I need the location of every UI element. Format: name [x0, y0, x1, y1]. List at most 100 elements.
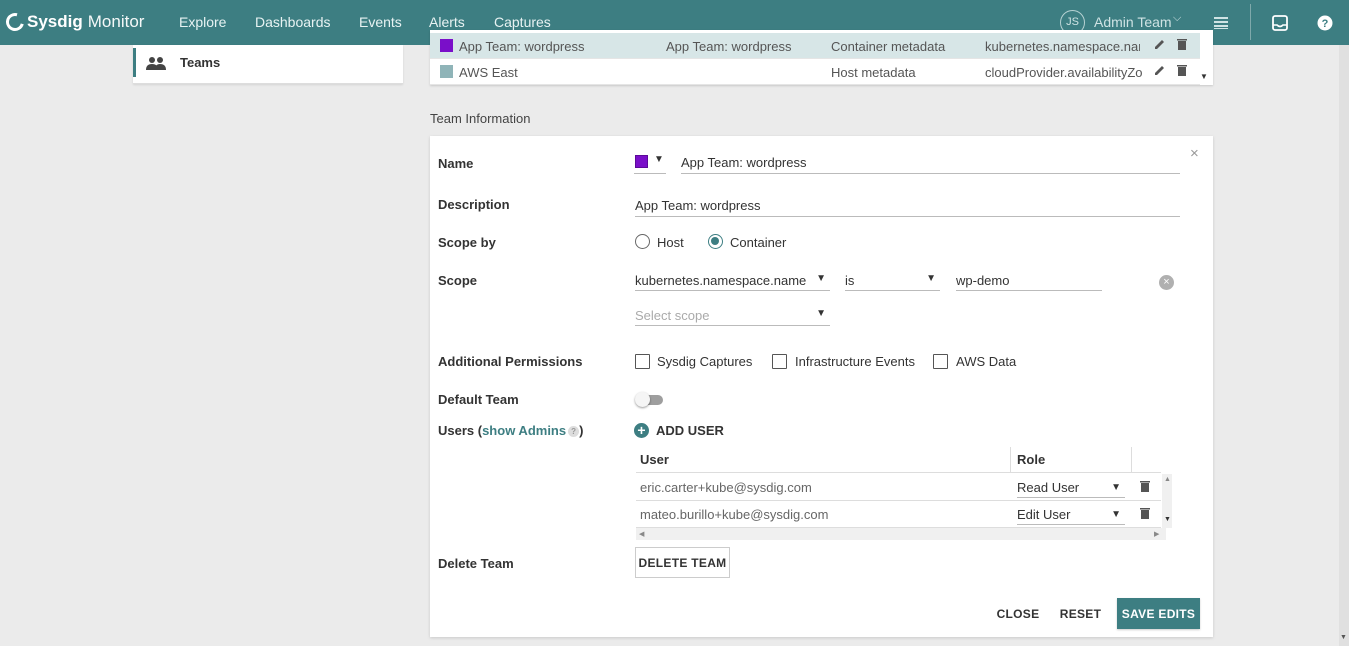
- scroll-down-icon[interactable]: ▼: [1340, 634, 1348, 642]
- list-scroll-down-icon[interactable]: ▼: [1200, 72, 1210, 82]
- role-select[interactable]: Edit User ▼: [1017, 505, 1125, 525]
- scope-key-select[interactable]: kubernetes.namespace.name ▼: [635, 271, 830, 291]
- chevron-down-icon[interactable]: ▼: [654, 154, 664, 165]
- team-scope-type: Container metadata: [831, 39, 946, 54]
- infrastructure-events-checkbox[interactable]: [772, 354, 787, 369]
- trash-icon[interactable]: [1177, 38, 1189, 52]
- team-name-input[interactable]: [681, 152, 1180, 174]
- column-header-user: User: [640, 452, 669, 467]
- nav-dashboards[interactable]: Dashboards: [255, 14, 331, 30]
- remove-scope-icon[interactable]: ×: [1159, 275, 1174, 290]
- default-team-toggle[interactable]: [635, 392, 664, 407]
- user-team-selector[interactable]: Admin Team: [1094, 14, 1172, 30]
- chevron-down-icon: ▼: [1111, 482, 1121, 493]
- show-admins-link[interactable]: show Admins: [482, 423, 566, 438]
- sysdig-logo-icon: [2, 9, 28, 35]
- color-picker-underline: [634, 173, 666, 174]
- sysdig-captures-label: Sysdig Captures: [657, 354, 753, 369]
- sidebar-item-label: Teams: [180, 55, 221, 70]
- sidebar-item-teams[interactable]: Teams: [133, 48, 403, 77]
- team-row[interactable]: App Team: wordpress App Team: wordpress …: [430, 33, 1200, 59]
- add-scope-select[interactable]: Select scope ▼: [635, 306, 830, 326]
- add-user-label: ADD USER: [656, 422, 724, 438]
- default-team-label: Default Team: [438, 392, 519, 407]
- aws-data-checkbox[interactable]: [933, 354, 948, 369]
- scope-by-container-label: Container: [730, 235, 787, 250]
- scope-value-input[interactable]: [956, 271, 1102, 291]
- add-user-button[interactable]: + ADD USER: [634, 422, 724, 438]
- role-select[interactable]: Read User ▼: [1017, 478, 1125, 498]
- close-icon[interactable]: ×: [1190, 145, 1199, 162]
- delete-team-button[interactable]: DELETE TEAM: [635, 547, 730, 578]
- users-horizontal-scrollbar[interactable]: ◀ ▶: [636, 528, 1166, 540]
- plus-circle-icon: +: [634, 422, 649, 438]
- scroll-left-icon[interactable]: ◀: [639, 530, 644, 538]
- user-email: eric.carter+kube@sysdig.com: [640, 480, 812, 495]
- scroll-right-icon[interactable]: ▶: [1154, 530, 1159, 538]
- users-table: User Role eric.carter+kube@sysdig.com Re…: [636, 447, 1172, 541]
- nav-explore[interactable]: Explore: [179, 14, 226, 30]
- aws-data-label: AWS Data: [956, 354, 1017, 369]
- help-icon[interactable]: ?: [1314, 12, 1336, 34]
- scope-by-host-label: Host: [657, 235, 684, 250]
- trash-icon[interactable]: [1177, 64, 1189, 78]
- scope-operator-select[interactable]: is ▼: [845, 271, 940, 291]
- table-row: mateo.burillo+kube@sysdig.com Edit User …: [636, 501, 1161, 528]
- scope-operator-value: is: [845, 273, 855, 288]
- chevron-down-icon: ▼: [816, 308, 826, 319]
- logo-product-text: Monitor: [87, 12, 145, 31]
- chevron-down-icon: ▼: [926, 273, 936, 284]
- edit-icon[interactable]: [1154, 38, 1166, 52]
- trash-icon[interactable]: [1140, 480, 1150, 492]
- team-name: AWS East: [459, 65, 518, 80]
- trash-icon[interactable]: [1140, 507, 1150, 519]
- users-vertical-scrollbar[interactable]: ▲ ▼: [1162, 474, 1172, 528]
- users-table-header: User Role: [636, 447, 1161, 473]
- team-color-swatch: [440, 39, 453, 52]
- team-scope: kubernetes.namespace.nam: [985, 39, 1140, 54]
- chevron-down-icon: ▼: [1111, 509, 1121, 520]
- description-label: Description: [438, 197, 510, 212]
- teams-list: App Team: wordpress App Team: wordpress …: [430, 30, 1213, 85]
- logo-brand-text: Sysdig: [27, 12, 83, 31]
- menu-icon[interactable]: [1210, 12, 1232, 34]
- team-name: App Team: wordpress: [459, 39, 585, 54]
- column-header-role: Role: [1017, 452, 1046, 467]
- team-row[interactable]: AWS East Host metadata cloudProvider.ava…: [430, 59, 1200, 85]
- name-label: Name: [438, 156, 474, 171]
- column-divider: [1131, 447, 1132, 473]
- edit-icon[interactable]: [1154, 64, 1166, 78]
- scroll-up-icon[interactable]: ▲: [1164, 476, 1171, 483]
- permissions-label: Additional Permissions: [438, 354, 583, 369]
- reset-button[interactable]: RESET: [1057, 598, 1104, 629]
- users-label-suffix: ): [579, 423, 584, 438]
- sysdig-captures-checkbox[interactable]: [635, 354, 650, 369]
- nav-events[interactable]: Events: [359, 14, 402, 30]
- page-vertical-scrollbar[interactable]: ▼: [1339, 45, 1349, 646]
- team-description: App Team: wordpress: [666, 39, 792, 54]
- section-title: Team Information: [430, 111, 531, 126]
- scope-by-host-radio[interactable]: [635, 234, 650, 249]
- inbox-icon[interactable]: [1269, 12, 1291, 34]
- scroll-down-icon[interactable]: ▼: [1164, 516, 1171, 523]
- users-label-prefix: Users (: [438, 423, 483, 438]
- svg-text:?: ?: [1322, 18, 1329, 30]
- chevron-down-icon[interactable]: ⌵: [1173, 12, 1181, 25]
- role-value: Read User: [1017, 480, 1080, 495]
- sysdig-logo[interactable]: Sysdig Monitor: [2, 9, 145, 35]
- team-color-picker[interactable]: [635, 155, 648, 168]
- close-button[interactable]: CLOSE: [993, 598, 1043, 629]
- team-scope: cloudProvider.availabilityZor: [985, 65, 1143, 80]
- column-divider: [1010, 447, 1011, 473]
- add-scope-placeholder: Select scope: [635, 308, 710, 323]
- settings-sidebar: Teams: [133, 45, 403, 84]
- nav-captures[interactable]: Captures: [494, 14, 551, 30]
- question-icon[interactable]: ?: [568, 426, 580, 438]
- scope-label: Scope: [438, 273, 478, 288]
- people-icon: [146, 55, 168, 71]
- scope-key-value: kubernetes.namespace.name: [635, 273, 807, 288]
- save-edits-button[interactable]: SAVE EDITS: [1117, 598, 1200, 629]
- nav-alerts[interactable]: Alerts: [429, 14, 465, 30]
- scope-by-container-radio[interactable]: [708, 234, 723, 249]
- team-description-input[interactable]: [635, 195, 1180, 217]
